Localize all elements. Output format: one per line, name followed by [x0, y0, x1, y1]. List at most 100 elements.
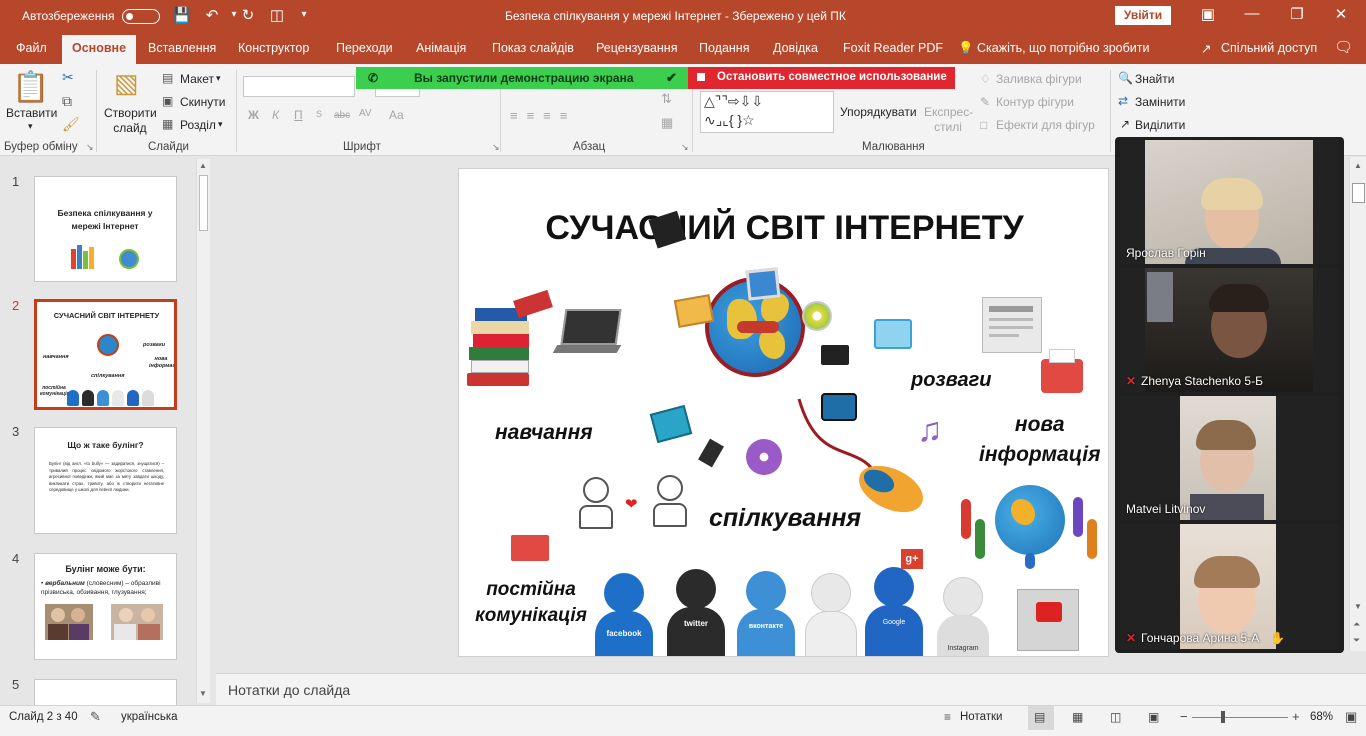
scroll-thumb[interactable]	[1352, 183, 1365, 203]
slide-thumbnail-1[interactable]: Безпека спілкування у мережі Інтернет	[34, 176, 177, 282]
save-icon[interactable]: 💾	[172, 6, 192, 24]
slideshow-view-icon[interactable]: ▣	[1148, 710, 1159, 724]
undo-icon[interactable]: ↶	[202, 6, 222, 24]
zoom-level[interactable]: 68%	[1310, 711, 1333, 723]
previous-slide-icon[interactable]: ⏶	[1353, 619, 1360, 630]
text-direction-icon[interactable]: ⇅	[661, 91, 672, 107]
tab-foxit[interactable]: Foxit Reader PDF	[843, 41, 943, 55]
minimize-icon[interactable]: —	[1237, 5, 1267, 22]
smartart-icon[interactable]: ▦	[661, 115, 673, 131]
copy-icon[interactable]: ⧉	[62, 93, 72, 110]
shape-effects-button[interactable]: Ефекти для фігур	[996, 118, 1095, 132]
new-slide-icon[interactable]: ▧	[114, 68, 139, 99]
underline-button[interactable]: П	[294, 108, 303, 122]
slide-canvas[interactable]: СУЧАСНИЙ СВІТ ІНТЕРНЕТУ навчання ♫ розва…	[458, 168, 1109, 657]
signin-button[interactable]: Увійти	[1115, 6, 1171, 25]
redo-icon[interactable]: ↻	[238, 6, 258, 24]
tab-design[interactable]: Конструктор	[238, 41, 309, 55]
share-button[interactable]: Спільний доступ	[1221, 41, 1317, 55]
chevron-down-icon[interactable]: ▾	[28, 121, 33, 132]
spellcheck-icon[interactable]: ✎	[90, 709, 101, 725]
notes-placeholder[interactable]: Нотатки до слайда	[228, 682, 350, 698]
layout-button[interactable]: Макет	[180, 72, 214, 86]
section-button[interactable]: Розділ	[180, 118, 216, 132]
effects-icon[interactable]: □	[980, 118, 987, 132]
zoom-slider-thumb[interactable]	[1220, 711, 1225, 723]
editor-scrollbar[interactable]: ▲ ▼ ⏶ ⏷	[1349, 157, 1366, 651]
tab-help[interactable]: Довідка	[773, 41, 818, 55]
chevron-down-icon[interactable]: ▾	[216, 73, 221, 84]
zoom-out-icon[interactable]: −	[1180, 709, 1188, 724]
italic-button[interactable]: К	[272, 108, 279, 122]
scroll-up-icon[interactable]: ▲	[1354, 161, 1362, 170]
zoom-slider[interactable]	[1192, 717, 1288, 718]
stop-sharing-button[interactable]: Остановить совместное использование	[688, 67, 955, 89]
zoom-in-icon[interactable]: +	[1292, 709, 1300, 724]
participant-tile[interactable]: Ярослав Горін	[1120, 140, 1338, 264]
word-entertainment[interactable]: розваги	[911, 369, 991, 392]
autosave-toggle[interactable]	[122, 9, 160, 24]
tab-file[interactable]: Файл	[16, 41, 47, 55]
tab-home[interactable]: Основне	[62, 35, 137, 64]
word-learning[interactable]: навчання	[495, 421, 593, 445]
select-button[interactable]: Виділити	[1135, 118, 1185, 132]
comments-icon[interactable]: 🗨	[1334, 38, 1353, 56]
char-spacing-button[interactable]: AV	[359, 108, 372, 119]
slide-sorter-icon[interactable]: ▦	[1072, 710, 1083, 724]
dialog-launcher-icon[interactable]: ↘	[86, 142, 94, 153]
notes-button[interactable]: Нотатки	[960, 711, 1002, 723]
word-communication[interactable]: спілкування	[709, 504, 861, 533]
word-new-info[interactable]: нова інформація	[979, 410, 1100, 470]
change-case-button[interactable]: Aa	[389, 108, 404, 122]
cut-icon[interactable]: ✂	[62, 69, 74, 86]
strikethrough-button[interactable]: abc	[334, 110, 350, 121]
slideshow-start-icon[interactable]: ◫	[267, 6, 287, 24]
alignment-icons[interactable]: ≡≡≡≡	[510, 108, 576, 123]
tab-slideshow[interactable]: Показ слайдів	[492, 41, 574, 55]
language-indicator[interactable]: українська	[121, 711, 178, 723]
format-painter-icon[interactable]: 🖌	[62, 116, 80, 133]
scroll-down-icon[interactable]: ▼	[1354, 602, 1362, 611]
notes-pane[interactable]: Нотатки до слайда	[216, 673, 1366, 705]
outline-icon[interactable]: ✎	[980, 95, 990, 109]
replace-button[interactable]: Замінити	[1135, 95, 1185, 109]
ribbon-display-options-icon[interactable]: ▣	[1193, 5, 1223, 23]
fill-icon[interactable]: ♢	[980, 72, 991, 86]
quick-styles-button[interactable]: Експрес-стилі	[924, 105, 973, 135]
fit-to-window-icon[interactable]: ▣	[1345, 709, 1357, 725]
participant-tile[interactable]: ✕ Zhenya Stachenko 5-Б	[1120, 268, 1338, 392]
chevron-down-icon[interactable]: ▾	[218, 119, 223, 130]
slide-thumbnail-2[interactable]: СУЧАСНИЙ СВІТ ІНТЕРНЕТУ навчання розваги…	[34, 299, 177, 410]
paste-icon[interactable]: 📋	[12, 70, 49, 105]
next-slide-icon[interactable]: ⏷	[1353, 635, 1360, 646]
shapes-gallery[interactable]: △⌝⌝⇨⇩⇩ ∿⌟⌞{ }☆	[700, 91, 834, 133]
slide-thumbnail-3[interactable]: Що ж таке булінг? Булінг (від англ. «to …	[34, 427, 177, 534]
font-name-input[interactable]	[243, 76, 355, 97]
close-icon[interactable]: ✕	[1326, 5, 1356, 23]
tab-animations[interactable]: Анімація	[416, 41, 466, 55]
tab-insert[interactable]: Вставлення	[148, 41, 216, 55]
scroll-thumb[interactable]	[199, 175, 208, 231]
shape-outline-button[interactable]: Контур фігури	[996, 95, 1074, 109]
thumbnail-scrollbar[interactable]: ▲ ▼	[196, 159, 210, 703]
slide-thumbnail-4[interactable]: Булінг може бути: • вербальним (словесни…	[34, 553, 177, 660]
participant-tile[interactable]: ✕ Гончарова Арина 5-А ✋	[1120, 524, 1338, 649]
text-shadow-icon[interactable]: S	[316, 109, 322, 119]
slide-title[interactable]: СУЧАСНИЙ СВІТ ІНТЕРНЕТУ	[459, 209, 1108, 248]
word-constant-communication[interactable]: постійна комунікація	[465, 577, 597, 629]
shape-fill-button[interactable]: Заливка фігури	[996, 72, 1082, 86]
scroll-down-icon[interactable]: ▼	[199, 689, 207, 698]
tell-me-search[interactable]: Скажіть, що потрібно зробити	[977, 41, 1150, 55]
participant-tile[interactable]: Matvei Litvinov	[1120, 396, 1338, 520]
arrange-button[interactable]: Упорядкувати	[840, 105, 917, 119]
tab-view[interactable]: Подання	[699, 41, 749, 55]
find-button[interactable]: Знайти	[1135, 72, 1174, 86]
paste-button[interactable]: Вставити	[6, 106, 57, 120]
dialog-launcher-icon[interactable]: ↘	[681, 142, 689, 153]
reset-button[interactable]: Скинути	[180, 95, 225, 109]
tab-transitions[interactable]: Переходи	[336, 41, 393, 55]
scroll-up-icon[interactable]: ▲	[199, 161, 207, 170]
reading-view-icon[interactable]: ◫	[1110, 710, 1121, 724]
customize-toolbar-icon[interactable]: ▾	[294, 9, 314, 20]
bold-button[interactable]: Ж	[248, 108, 259, 122]
